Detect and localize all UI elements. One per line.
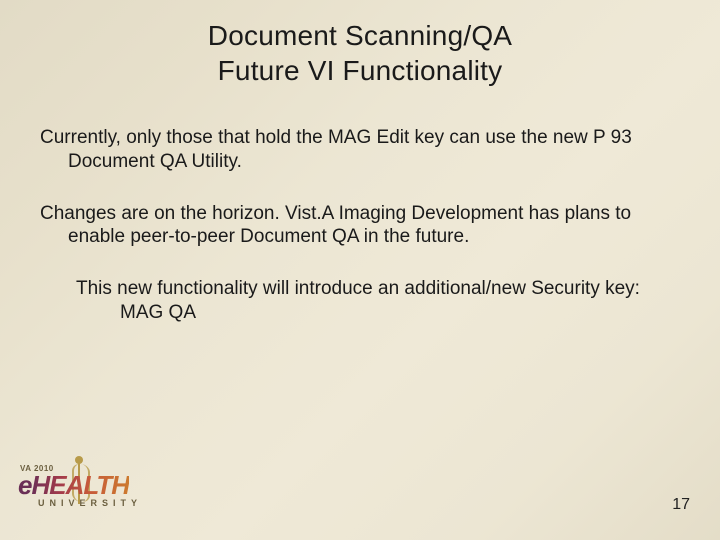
logo-brand: eHEALTH — [18, 472, 129, 498]
paragraph-1-text: Currently, only those that hold the MAG … — [40, 126, 680, 174]
title-line-1: Document Scanning/QA — [208, 20, 512, 51]
paragraph-3-text: This new functionality will introduce an… — [76, 277, 680, 325]
slide: Document Scanning/QA Future VI Functiona… — [0, 0, 720, 540]
title-line-2: Future VI Functionality — [218, 55, 503, 86]
logo-brand-e: e — [18, 470, 31, 500]
paragraph-3: This new functionality will introduce an… — [40, 277, 680, 325]
slide-body: Currently, only those that hold the MAG … — [40, 126, 680, 325]
ehealth-logo: VA 2010 eHEALTH UNIVERSITY — [18, 458, 148, 528]
logo-brand-rest: HEALTH — [31, 470, 129, 500]
slide-title: Document Scanning/QA Future VI Functiona… — [40, 18, 680, 88]
paragraph-1: Currently, only those that hold the MAG … — [40, 126, 680, 174]
paragraph-2: Changes are on the horizon. Vist.A Imagi… — [40, 202, 680, 250]
paragraph-2-text: Changes are on the horizon. Vist.A Imagi… — [40, 202, 680, 250]
logo-subtext: UNIVERSITY — [38, 498, 142, 508]
page-number: 17 — [672, 496, 690, 514]
